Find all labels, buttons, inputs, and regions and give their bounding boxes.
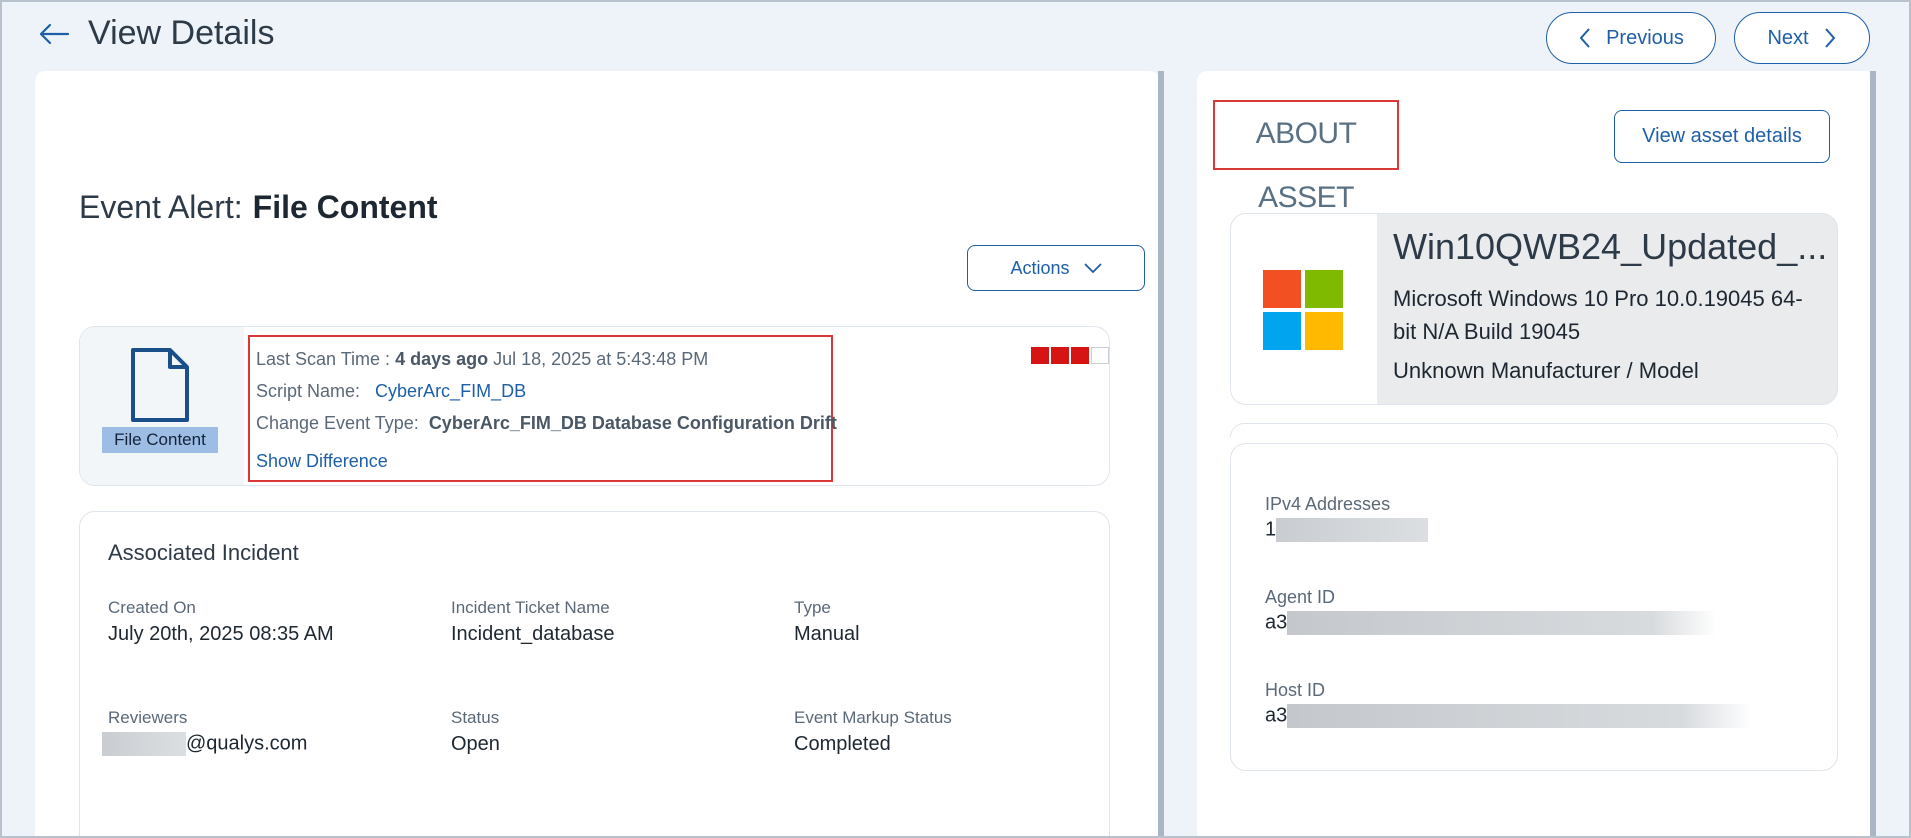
file-type-panel: File Content <box>80 327 244 485</box>
agent-id-label: Agent ID <box>1265 587 1336 607</box>
created-on-label: Created On <box>108 598 196 617</box>
file-icon <box>131 348 189 422</box>
status-label: Status <box>451 708 500 727</box>
last-scan-date: Jul 18, 2025 at 5:43:48 PM <box>493 349 709 369</box>
next-button[interactable]: Next <box>1734 12 1870 64</box>
collapsed-card <box>1230 423 1838 437</box>
event-title: Event Alert: File Content <box>79 189 438 226</box>
scan-summary-card: File Content Last Scan Time : 4 days ago… <box>79 326 1110 486</box>
previous-button[interactable]: Previous <box>1546 12 1716 64</box>
about-asset-title: ABOUT ASSET <box>1213 100 1399 214</box>
last-scan-row: Last Scan Time : 4 days ago Jul 18, 2025… <box>256 349 708 370</box>
asset-panel: ABOUT ASSET View asset details Win10QWB2… <box>1197 71 1875 838</box>
ticket-name-label: Incident Ticket Name <box>451 598 610 617</box>
chevron-left-icon <box>1579 28 1590 48</box>
change-event-row: Change Event Type: CyberArc_FIM_DB Datab… <box>256 413 837 434</box>
windows-logo-icon <box>1263 270 1343 350</box>
host-id-value: a3 <box>1265 704 1753 728</box>
event-title-prefix: Event Alert: <box>79 189 243 225</box>
actions-label: Actions <box>1010 257 1070 278</box>
os-logo-box <box>1231 214 1377 404</box>
asset-identifiers-card: IPv4 Addresses 1 Agent ID a3 Host ID a3 <box>1230 443 1838 771</box>
severity-block <box>1071 347 1089 364</box>
scan-info-box: Last Scan Time : 4 days ago Jul 18, 2025… <box>248 335 837 482</box>
view-asset-details-button[interactable]: View asset details <box>1614 110 1830 163</box>
last-scan-label: Last Scan Time : <box>256 349 391 369</box>
redacted-block <box>1276 518 1429 542</box>
markup-status-label: Event Markup Status <box>794 708 952 727</box>
change-event-label: Change Event Type: <box>256 413 419 433</box>
redacted-block <box>102 732 186 756</box>
script-name-row: Script Name: CyberArc_FIM_DB <box>256 381 526 402</box>
ipv4-label: IPv4 Addresses <box>1265 494 1391 514</box>
script-name-link[interactable]: CyberArc_FIM_DB <box>375 381 526 401</box>
last-scan-relative: 4 days ago <box>395 349 489 369</box>
redacted-block <box>1287 611 1718 635</box>
status-value: Open <box>451 733 500 755</box>
back-arrow-icon[interactable] <box>36 16 72 52</box>
markup-status-value: Completed <box>794 733 891 755</box>
reviewer-email-domain: @qualys.com <box>186 732 308 755</box>
associated-incident-card: Associated Incident Created On July 20th… <box>79 511 1110 838</box>
previous-label: Previous <box>1606 26 1684 49</box>
redacted-block <box>1287 704 1753 728</box>
show-difference-link[interactable]: Show Difference <box>256 451 388 472</box>
host-id-label: Host ID <box>1265 680 1326 700</box>
reviewers-value: @qualys.com <box>102 732 307 756</box>
page-title: View Details <box>88 14 275 52</box>
ipv4-value: 1 <box>1265 518 1429 542</box>
event-title-name: File Content <box>252 189 438 225</box>
incident-title: Associated Incident <box>108 540 299 565</box>
severity-block <box>1091 347 1109 364</box>
created-on-value: July 20th, 2025 08:35 AM <box>108 623 334 645</box>
severity-block <box>1051 347 1069 364</box>
host-id-visible-part: a3 <box>1265 704 1288 727</box>
agent-id-value: a3 <box>1265 611 1718 635</box>
type-label: Type <box>794 598 831 617</box>
asset-os: Microsoft Windows 10 Pro 10.0.19045 64-b… <box>1393 286 1803 344</box>
file-type-badge: File Content <box>102 427 218 453</box>
severity-block <box>1031 347 1049 364</box>
asset-summary-card: Win10QWB24_Updated_... Microsoft Windows… <box>1230 213 1838 405</box>
script-name-label: Script Name: <box>256 381 361 401</box>
severity-indicator <box>1031 347 1109 364</box>
next-label: Next <box>1767 26 1809 49</box>
ipv4-visible-part: 1 <box>1265 518 1277 541</box>
asset-name: Win10QWB24_Updated_... <box>1393 226 1828 267</box>
change-event-value: CyberArc_FIM_DB Database Configuration D… <box>428 413 837 433</box>
agent-id-visible-part: a3 <box>1265 611 1288 634</box>
chevron-right-icon <box>1824 28 1835 48</box>
chevron-down-icon <box>1083 263 1102 273</box>
ticket-name-value: Incident_database <box>451 623 615 645</box>
left-panel-scrollbar[interactable] <box>1158 71 1164 838</box>
event-details-panel: Event Alert: File Content Actions File Co… <box>35 71 1160 838</box>
actions-dropdown-button[interactable]: Actions <box>967 245 1145 291</box>
reviewers-label: Reviewers <box>108 708 188 727</box>
right-panel-scrollbar[interactable] <box>1870 71 1876 838</box>
asset-manufacturer: Unknown Manufacturer / Model <box>1393 358 1699 383</box>
type-value: Manual <box>794 623 860 645</box>
